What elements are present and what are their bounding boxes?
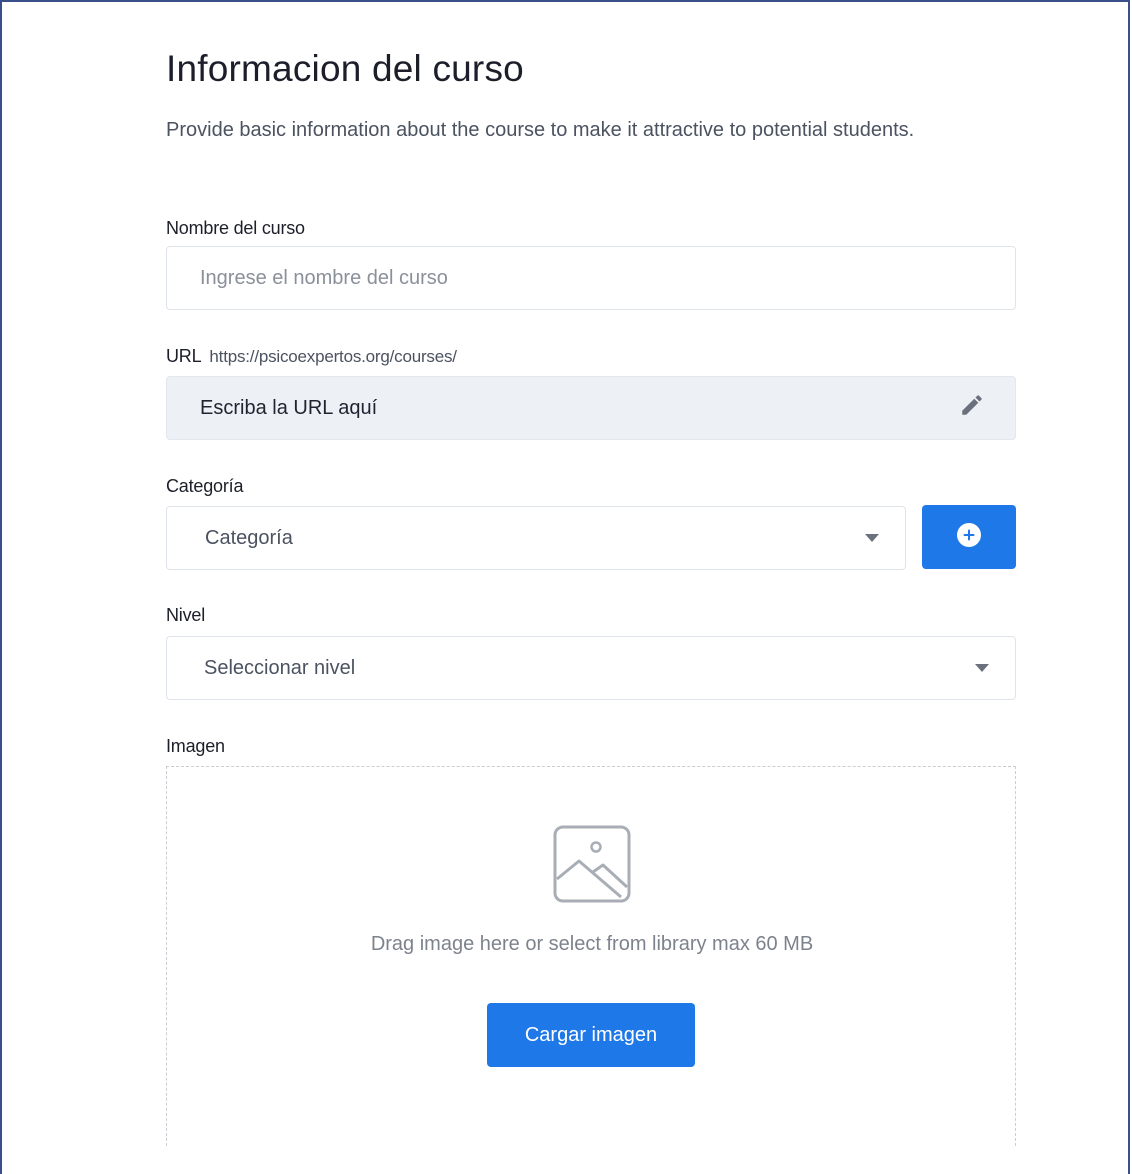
course-name-input[interactable]: Ingrese el nombre del curso: [166, 246, 1016, 310]
level-selected-value: Seleccionar nivel: [204, 656, 356, 679]
level-label: Nivel: [166, 605, 206, 625]
dropzone-instructions: Drag image here or select from library m…: [370, 933, 814, 955]
upload-image-button[interactable]: Cargar imagen: [487, 1003, 695, 1067]
pencil-icon[interactable]: [959, 392, 985, 424]
url-label: URL: [166, 346, 202, 366]
course-name-label: Nombre del curso: [166, 218, 305, 238]
page-subtitle: Provide basic information about the cour…: [166, 119, 915, 141]
url-label-row: URL https://psicoexpertos.org/courses/: [166, 346, 457, 367]
course-info-form: Informacion del curso Provide basic info…: [166, 44, 1016, 1146]
category-label: Categoría: [166, 476, 244, 496]
image-label: Imagen: [166, 736, 225, 756]
page-title: Informacion del curso: [166, 48, 524, 89]
plus-circle-icon: [956, 522, 982, 553]
add-category-button[interactable]: [922, 505, 1016, 569]
url-prefix: https://psicoexpertos.org/courses/: [209, 347, 457, 366]
course-name-placeholder: Ingrese el nombre del curso: [200, 266, 448, 289]
chevron-down-icon: [975, 664, 989, 672]
level-select[interactable]: Seleccionar nivel: [166, 636, 1016, 700]
category-select[interactable]: Categoría: [166, 506, 906, 570]
url-input[interactable]: Escriba la URL aquí: [166, 376, 1016, 440]
image-placeholder-icon: [553, 825, 631, 908]
url-placeholder: Escriba la URL aquí: [200, 396, 378, 419]
category-selected-value: Categoría: [205, 526, 293, 549]
image-dropzone[interactable]: Drag image here or select from library m…: [166, 766, 1016, 1146]
chevron-down-icon: [865, 534, 879, 542]
